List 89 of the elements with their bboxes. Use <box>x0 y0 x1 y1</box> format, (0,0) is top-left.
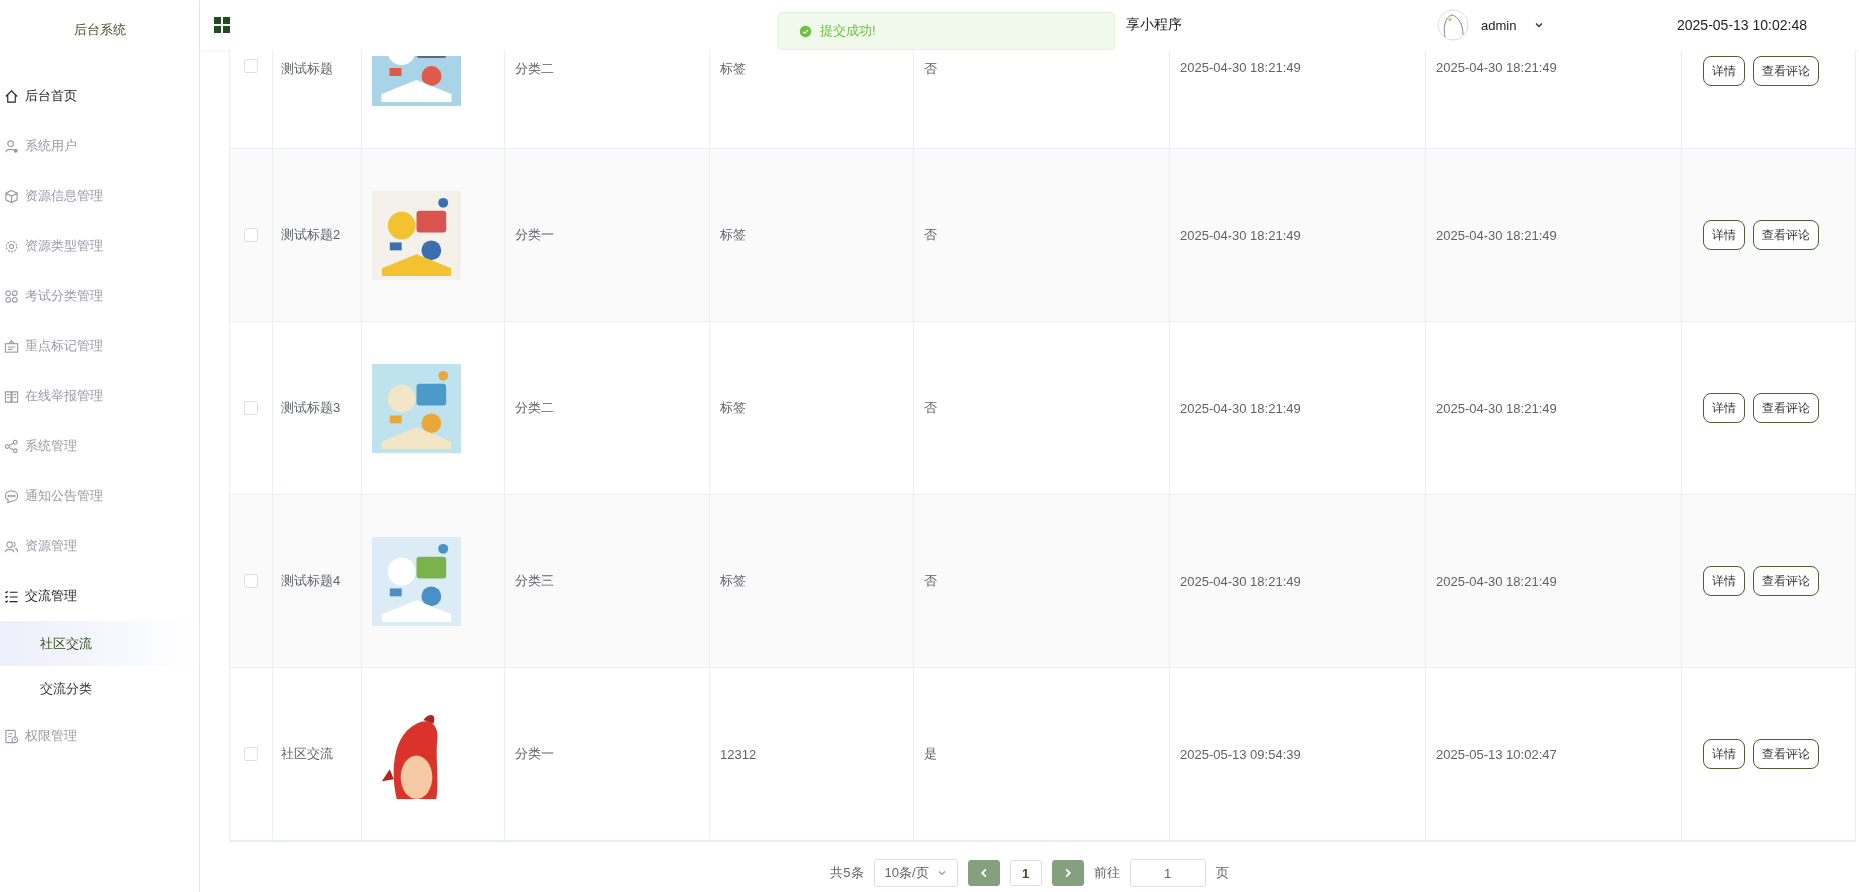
table-cell: 测试标题2 <box>281 226 341 244</box>
sign-icon <box>4 338 19 354</box>
table-cell: 分类一 <box>515 745 554 763</box>
table-cell: 分类三 <box>515 572 554 590</box>
menu-label: 通知公告管理 <box>25 487 103 505</box>
book-icon <box>4 388 19 404</box>
table-cell: 社区交流 <box>281 745 333 763</box>
action-button[interactable]: 详情 <box>1703 566 1745 596</box>
chat-icon <box>4 488 19 504</box>
document-icon <box>4 728 19 744</box>
menu-label: 考试分类管理 <box>25 287 103 305</box>
table-cell: 测试标题4 <box>281 572 341 590</box>
page-size-select[interactable]: 10条/页 <box>873 859 958 887</box>
total-count: 共5条 <box>830 864 864 882</box>
grid-icon <box>4 288 19 304</box>
page-title: 享小程序 <box>1126 16 1182 34</box>
clock-time: 2025-05-13 10:02:48 <box>1677 17 1807 33</box>
table-cell: 分类一 <box>515 226 554 244</box>
submenu-item[interactable]: 交流分类 <box>0 666 199 711</box>
menu-label: 系统用户 <box>25 137 77 155</box>
cube-icon <box>4 188 19 204</box>
user-icon <box>4 138 19 154</box>
action-button[interactable]: 查看评论 <box>1753 220 1819 250</box>
table-cell: 测试标题 <box>281 60 333 78</box>
app-title: 后台系统 <box>72 21 127 39</box>
row-checkbox[interactable] <box>244 574 258 588</box>
row-checkbox[interactable] <box>244 59 258 73</box>
table-cell: 标签 <box>720 60 746 78</box>
table-cell: 2025-04-30 18:21:49 <box>1436 227 1557 243</box>
row-checkbox[interactable] <box>244 401 258 415</box>
table-cell: 2025-04-30 18:21:49 <box>1436 60 1557 75</box>
table-cell: 标签 <box>720 399 746 417</box>
table-cell: 分类二 <box>515 60 554 78</box>
table-cell: 12312 <box>720 746 757 762</box>
table-cell: 标签 <box>720 226 746 244</box>
table-cell: 2025-04-30 18:21:49 <box>1436 573 1557 589</box>
menu-label: 权限管理 <box>25 727 77 745</box>
action-button[interactable]: 详情 <box>1703 56 1745 86</box>
table-cell: 2025-04-30 18:21:49 <box>1180 227 1301 243</box>
menu-label: 资源管理 <box>25 537 77 555</box>
action-button[interactable]: 查看评论 <box>1753 566 1819 596</box>
home-icon <box>4 88 19 104</box>
menu-label: 重点标记管理 <box>25 337 103 355</box>
table-cell: 分类二 <box>515 399 554 417</box>
menu-item[interactable]: 交流管理 <box>0 571 199 621</box>
row-checkbox[interactable] <box>244 228 258 242</box>
table-cell: 是 <box>924 745 937 763</box>
user-name[interactable]: admin <box>1481 17 1517 33</box>
row-checkbox[interactable] <box>244 747 258 761</box>
table-cell: 2025-04-30 18:21:49 <box>1436 400 1557 416</box>
menu-label: 资源信息管理 <box>25 187 103 205</box>
action-button[interactable]: 详情 <box>1703 220 1745 250</box>
caret-icon[interactable] <box>1534 20 1545 30</box>
next-page-button[interactable] <box>1051 860 1084 886</box>
table-cell: 2025-04-30 18:21:49 <box>1180 400 1301 416</box>
menu-label: 后台首页 <box>25 87 77 105</box>
table-cell: 2025-04-30 18:21:49 <box>1180 60 1301 75</box>
action-button[interactable]: 详情 <box>1703 393 1745 423</box>
menu-label: 交流管理 <box>25 587 77 605</box>
table-cell: 测试标题3 <box>281 399 341 417</box>
goto-page-field[interactable]: 1 <box>1129 859 1206 887</box>
share-icon <box>4 438 19 454</box>
goto-label: 前往 <box>1093 864 1120 882</box>
page-button[interactable]: 1 <box>1009 860 1042 886</box>
action-button[interactable]: 查看评论 <box>1753 739 1819 769</box>
table-cell: 2025-05-13 10:02:47 <box>1436 746 1557 762</box>
prev-page-button[interactable] <box>967 860 1000 886</box>
action-button[interactable]: 详情 <box>1703 739 1745 769</box>
table-cell: 2025-05-13 09:54:39 <box>1180 746 1301 762</box>
chevron-down-icon <box>936 868 947 878</box>
table-cell: 否 <box>924 399 937 417</box>
menu-label: 资源类型管理 <box>25 237 103 255</box>
table-cell: 标签 <box>720 572 746 590</box>
menu-label: 在线举报管理 <box>25 387 103 405</box>
users-icon <box>4 538 19 554</box>
avatar-icon[interactable] <box>1437 9 1469 41</box>
table-cell: 否 <box>924 226 937 244</box>
grid-icon[interactable] <box>214 17 230 33</box>
table-cell: 2025-04-30 18:21:49 <box>1180 573 1301 589</box>
menu-item[interactable]: 后台首页 <box>0 71 199 121</box>
table-cell: 否 <box>924 572 937 590</box>
menu-label: 系统管理 <box>25 437 77 455</box>
check-circle-icon <box>799 24 812 38</box>
action-button[interactable]: 查看评论 <box>1753 56 1819 86</box>
toast-message: 提交成功! <box>820 22 876 40</box>
table-cell: 否 <box>924 60 937 78</box>
page-unit-label: 页 <box>1215 864 1229 882</box>
list-icon <box>4 588 19 604</box>
action-button[interactable]: 查看评论 <box>1753 393 1819 423</box>
